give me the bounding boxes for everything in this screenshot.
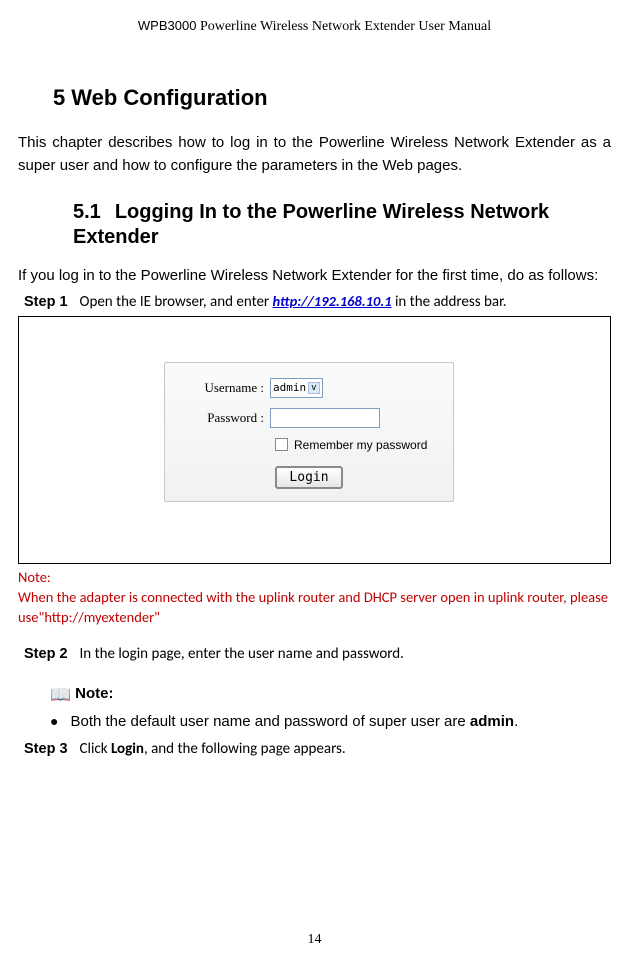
section-title-line1: Logging In to the Powerline Wireless Net… (115, 201, 549, 223)
page-number: 14 (0, 932, 629, 948)
password-row: Password : (175, 408, 443, 428)
step-3-bold: Login (111, 740, 144, 758)
note-label: Note: (75, 685, 113, 702)
section-number: 5.1 (73, 201, 101, 223)
note-bullet: ● Both the default user name and password… (50, 711, 611, 734)
step-2-label: Step 2 (24, 646, 68, 662)
username-row: Username : admin v (175, 378, 443, 398)
step-2: Step 2 In the login page, enter the user … (24, 644, 611, 665)
step-3-before: Click (80, 740, 111, 758)
login-screenshot: Username : admin v Password : Remember m… (18, 316, 611, 564)
note-red-line1: Note: (18, 567, 611, 587)
book-icon: 📖 (50, 685, 71, 704)
chapter-heading: 5Web Configuration (53, 85, 611, 111)
chapter-number: 5 (53, 85, 65, 110)
product-code: WPB3000 (138, 18, 197, 33)
username-select[interactable]: admin v (270, 378, 323, 398)
step-1-before: Open the IE browser, and enter (80, 293, 273, 311)
remember-checkbox[interactable] (275, 438, 288, 451)
section-title-line2: Extender (73, 225, 611, 250)
remember-row: Remember my password (175, 438, 443, 452)
note-bullet-after: . (514, 713, 518, 730)
note-bullet-bold: admin (470, 713, 514, 730)
chevron-down-icon: v (308, 382, 319, 394)
note-red: Note: When the adapter is connected with… (18, 567, 611, 628)
page-header: WPB3000 Powerline Wireless Network Exten… (18, 18, 611, 35)
login-button[interactable]: Login (275, 466, 342, 489)
chapter-intro: This chapter describes how to log in to … (18, 131, 611, 178)
username-label: Username : (175, 380, 270, 396)
step-2-text: In the login page, enter the user name a… (80, 645, 404, 663)
login-panel: Username : admin v Password : Remember m… (164, 362, 454, 502)
username-value: admin (273, 381, 306, 394)
step-1: Step 1 Open the IE browser, and enter htt… (24, 291, 611, 313)
manual-title: Powerline Wireless Network Extender User… (196, 19, 491, 34)
note-bullet-text: Both the default user name and password … (70, 713, 469, 730)
chapter-title: Web Configuration (71, 85, 267, 110)
bullet-icon: ● (50, 711, 58, 732)
section-heading: 5.1 Logging In to the Powerline Wireless … (73, 200, 611, 250)
login-button-row: Login (175, 466, 443, 489)
ip-link[interactable]: http://192.168.10.1 (273, 292, 392, 310)
section-intro: If you log in to the Powerline Wireless … (18, 264, 611, 287)
password-input[interactable] (270, 408, 380, 428)
step-3-label: Step 3 (24, 741, 68, 757)
step-1-after: in the address bar. (392, 293, 507, 311)
remember-label: Remember my password (294, 438, 427, 452)
step-3-after: , and the following page appears. (144, 740, 346, 758)
note-block: 📖Note: (50, 685, 611, 705)
step-3: Step 3 Click Login, and the following pag… (24, 739, 611, 760)
password-label: Password : (175, 410, 270, 426)
step-1-label: Step 1 (24, 294, 68, 310)
note-red-line2: When the adapter is connected with the u… (18, 587, 611, 628)
